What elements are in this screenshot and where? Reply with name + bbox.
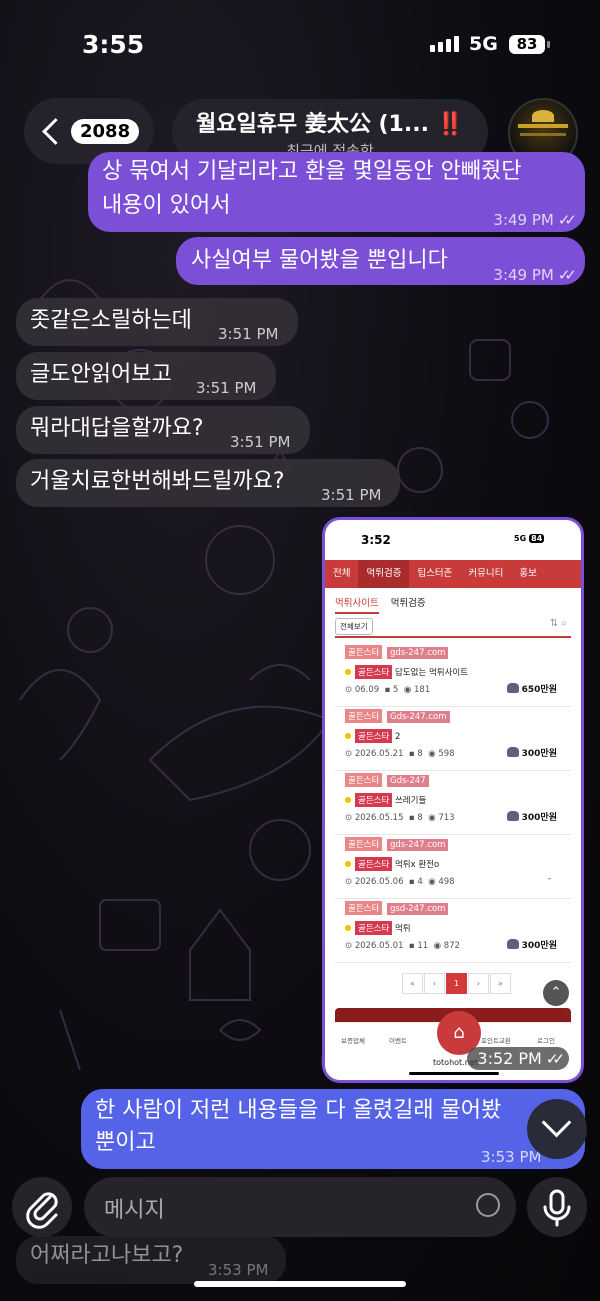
status-bar: 3:55 5G 83 bbox=[0, 0, 600, 90]
message-time: 3:51 PM bbox=[218, 325, 279, 343]
message-text: 내용이 있어서 bbox=[102, 193, 231, 218]
battery-icon: 83 bbox=[509, 35, 550, 54]
message-time: 3:51 PM bbox=[230, 433, 291, 451]
message-placeholder: 메시지 bbox=[104, 1198, 165, 1223]
list-item: 골든스타 gds-247.com 골든스타 답도없는 먹튀사이트 ⊙ 06.09… bbox=[335, 642, 571, 707]
message-text: 거울치료한번해봐드릴까요? bbox=[30, 469, 285, 494]
home-indicator bbox=[194, 1281, 406, 1287]
message-bubble-outgoing[interactable]: 사실여부 물어봤을 뿐입니다 3:49 PM ✓✓ bbox=[176, 237, 585, 285]
read-checks-icon: ✓✓ bbox=[557, 266, 577, 284]
message-time: 3:49 PM bbox=[493, 266, 554, 284]
message-bubble-outgoing[interactable]: 상 묶여서 기달리라고 환을 몇일동안 안빼줬단 내용이 있어서 3:49 PM… bbox=[88, 152, 585, 232]
paperclip-icon bbox=[26, 1192, 58, 1229]
site-nav: 전체 먹튀검증 팁스터존 커뮤니티 홍보 bbox=[325, 560, 581, 588]
microphone-icon bbox=[543, 1189, 571, 1227]
read-checks-icon: ✓✓ bbox=[545, 1050, 565, 1068]
message-input[interactable]: 메시지 bbox=[84, 1177, 516, 1237]
chat-title: 월요일휴무 姜太公 (1... bbox=[195, 112, 429, 137]
scroll-up-icon: ⌃ bbox=[543, 980, 569, 1006]
message-time: 3:49 PM bbox=[493, 211, 554, 229]
message-bubble-incoming[interactable]: 어쩌라고나보고? 3:53 PM bbox=[16, 1236, 286, 1284]
list-item: 골든스타 Gds-247 골든스타 쓰레기들 ⊙ 2026.05.15 ▪ 8 … bbox=[335, 770, 571, 835]
message-bubble-incoming[interactable]: 거울치료한번해봐드릴까요? 3:51 PM bbox=[16, 459, 400, 507]
attach-button[interactable] bbox=[12, 1177, 72, 1237]
message-text: 한 사람이 저런 내용들을 다 올렸길래 물어봤 bbox=[95, 1098, 502, 1123]
read-checks-icon: ✓✓ bbox=[557, 211, 577, 229]
pagination: «‹ 1 › » bbox=[401, 973, 511, 994]
message-text: 사실여부 물어봤을 뿐입니다 bbox=[191, 248, 448, 273]
message-text: 뿐이고 bbox=[95, 1130, 156, 1155]
network-type: 5G bbox=[469, 33, 498, 55]
list-item: 골든스타 gsd-247.com 골든스타 먹튀 ⊙ 2026.05.01 ▪ … bbox=[335, 898, 571, 963]
message-text: 뭐라대답을할까요? bbox=[30, 416, 204, 441]
message-time: 3:52 PM bbox=[477, 1049, 542, 1068]
screenshot-image: 3:52 5G 84 전체 먹튀검증 팁스터존 커뮤니티 홍보 먹튀사이트 먹튀검… bbox=[325, 520, 581, 1080]
message-time: 3:51 PM bbox=[321, 486, 382, 504]
microphone-button[interactable] bbox=[527, 1177, 587, 1237]
message-text: 좃같은소릴하는데 bbox=[30, 308, 192, 333]
chevron-down-icon bbox=[541, 1107, 572, 1138]
message-bubble-outgoing[interactable]: 한 사람이 저런 내용들을 다 올렸길래 물어봤 뿐이고 3:53 PM bbox=[81, 1089, 585, 1169]
scroll-to-bottom-button[interactable] bbox=[527, 1099, 587, 1159]
sticker-icon[interactable] bbox=[476, 1193, 500, 1217]
list-item: 골든스타 gds-247.com 골든스타 먹튀x 환전o ⊙ 2026.05.… bbox=[335, 834, 571, 899]
image-message[interactable]: 3:52 5G 84 전체 먹튀검증 팁스터존 커뮤니티 홍보 먹튀사이트 먹튀검… bbox=[322, 517, 584, 1083]
message-text: 상 묶여서 기달리라고 환을 몇일동안 안빼줬단 bbox=[102, 159, 522, 184]
signal-icon bbox=[430, 36, 459, 52]
message-bubble-incoming[interactable]: 글도안읽어보고 3:51 PM bbox=[16, 352, 276, 400]
message-bubble-incoming[interactable]: 좃같은소릴하는데 3:51 PM bbox=[16, 298, 298, 346]
search-icon: ⇅ ⌕ bbox=[549, 618, 567, 629]
unread-count-badge: 2088 bbox=[71, 118, 140, 144]
message-text: 글도안읽어보고 bbox=[30, 362, 172, 387]
message-text: 어쩌라고나보고? bbox=[30, 1243, 184, 1268]
title-badge: ‼️ bbox=[436, 112, 465, 137]
message-bubble-incoming[interactable]: 뭐라대답을할까요? 3:51 PM bbox=[16, 406, 310, 454]
chevron-left-icon bbox=[42, 117, 69, 145]
message-time: 3:51 PM bbox=[196, 379, 257, 397]
status-time: 3:55 bbox=[82, 30, 145, 59]
list-item: 골든스타 Gds-247.com 골든스타 2 ⊙ 2026.05.21 ▪ 8… bbox=[335, 706, 571, 771]
